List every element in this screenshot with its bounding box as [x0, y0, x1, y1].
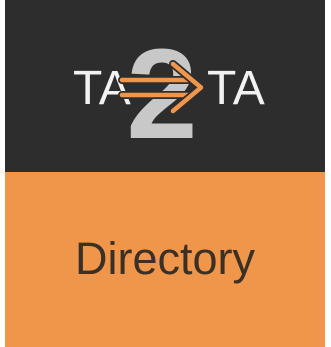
directory-label: Directory: [74, 232, 256, 284]
ta2ta-logo: 2 TA TA: [73, 23, 265, 166]
logo-panel: 2 TA TA: [5, 0, 325, 172]
logo-right-text: TA: [207, 62, 265, 115]
logo-left-text: TA: [73, 62, 131, 115]
directory-label-panel[interactable]: Directory: [5, 172, 325, 347]
directory-tile[interactable]: 2 TA TA Directory: [5, 0, 325, 347]
